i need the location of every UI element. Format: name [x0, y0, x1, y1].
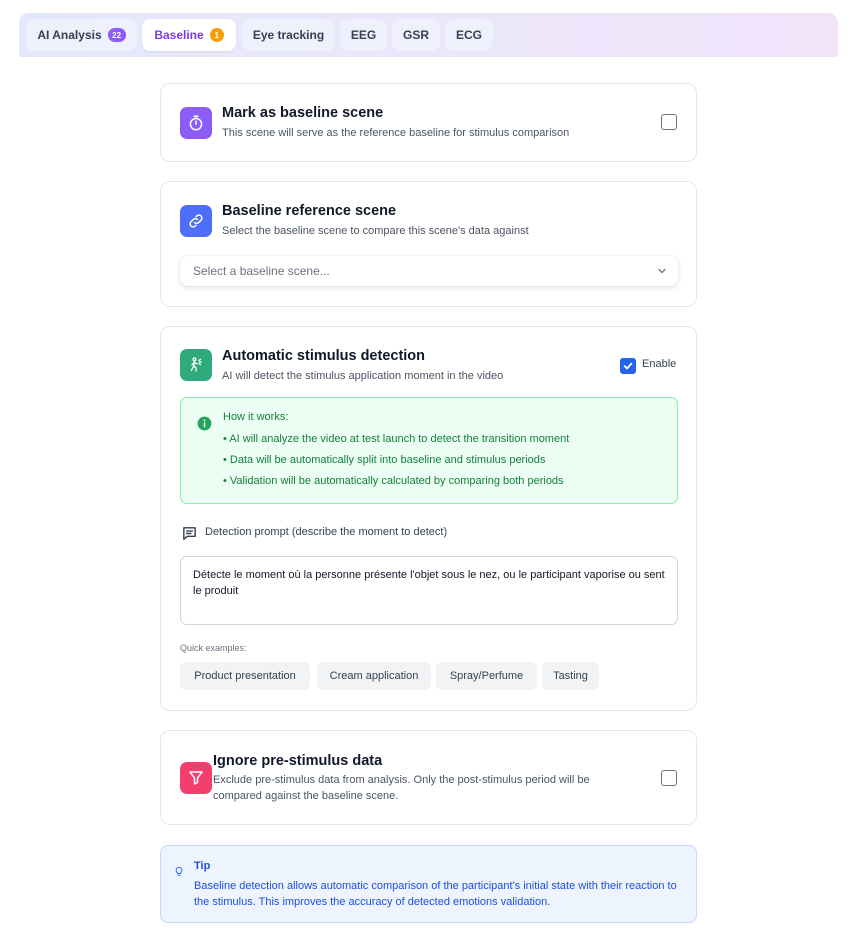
lightbulb-icon [175, 866, 183, 876]
ignore-prestimulus-card: Ignore pre-stimulus data Exclude pre-sti… [160, 730, 697, 825]
card-title: Automatic stimulus detection [222, 348, 426, 364]
how-it-works-item: • Data will be automatically split into … [223, 454, 546, 466]
how-it-works-item: • Validation will be automatically calcu… [223, 475, 564, 487]
quick-examples-label: Quick examples: [180, 643, 247, 653]
select-placeholder: Select a baseline scene... [193, 264, 330, 278]
tip-text: Baseline detection allows automatic comp… [194, 880, 677, 908]
message-icon [183, 527, 196, 540]
stimulus-detection-card: Automatic stimulus detection AI will det… [160, 326, 697, 711]
card-title: Ignore pre-stimulus data [213, 753, 383, 769]
card-description-line: Exclude pre-stimulus data from analysis.… [213, 774, 590, 786]
tab-label: Baseline [154, 28, 204, 42]
tip-title: Tip [194, 860, 211, 872]
baseline-scene-select[interactable]: Select a baseline scene... [180, 256, 678, 286]
mark-baseline-checkbox[interactable] [661, 114, 677, 130]
enable-checkbox[interactable] [620, 358, 636, 374]
tab-label: GSR [402, 28, 429, 42]
check-icon [623, 362, 633, 370]
info-icon [197, 416, 212, 431]
tip-box: Tip Baseline detection allows automatic … [160, 845, 697, 923]
card-description-line: compared against the baseline scene. [213, 790, 399, 802]
card-description: AI will detect the stimulus application … [222, 370, 504, 382]
person-spray-icon [180, 349, 212, 381]
quick-example-chip[interactable]: Spray/Perfume [436, 662, 537, 690]
quick-example-chip[interactable]: Cream application [317, 662, 431, 690]
card-description: This scene will serve as the reference b… [222, 127, 570, 139]
filter-icon [180, 762, 212, 794]
prompt-label: Detection prompt (describe the moment to… [205, 526, 448, 538]
chevron-down-icon [658, 268, 666, 274]
tab-ecg[interactable]: ECG [445, 19, 493, 51]
tab-label: EEG [350, 28, 377, 42]
count-badge: 1 [209, 28, 224, 42]
card-description: Select the baseline scene to compare thi… [222, 225, 529, 237]
how-it-works-title: How it works: [223, 411, 289, 423]
card-title: Baseline reference scene [222, 203, 397, 219]
how-it-works-box: How it works: • AI will analyze the vide… [180, 397, 678, 504]
ignore-prestimulus-checkbox[interactable] [661, 770, 677, 786]
tab-ai-analysis[interactable]: AI Analysis 22 [26, 19, 137, 51]
baseline-reference-card: Baseline reference scene Select the base… [160, 181, 697, 307]
tab-gsr[interactable]: GSR [392, 19, 440, 51]
stopwatch-icon [180, 107, 212, 139]
link-icon [180, 205, 212, 237]
tab-label: ECG [455, 28, 482, 42]
tab-eeg[interactable]: EEG [340, 19, 387, 51]
mark-baseline-card: Mark as baseline scene This scene will s… [160, 83, 697, 162]
card-title: Mark as baseline scene [222, 105, 384, 121]
detection-prompt-textarea[interactable]: Détecte le moment où la personne présent… [180, 556, 678, 625]
quick-example-chip[interactable]: Tasting [542, 662, 599, 690]
enable-label: Enable [642, 358, 677, 370]
tab-baseline[interactable]: Baseline 1 [142, 19, 236, 51]
tab-bar: AI Analysis 22 Baseline 1 Eye tracking E… [19, 13, 838, 57]
quick-example-chip[interactable]: Product presentation [180, 662, 310, 690]
tab-eye-tracking[interactable]: Eye tracking [242, 19, 335, 51]
how-it-works-item: • AI will analyze the video at test laun… [223, 433, 570, 445]
count-badge: 22 [107, 28, 126, 42]
tab-label: AI Analysis [37, 28, 102, 42]
tab-label: Eye tracking [252, 28, 325, 42]
